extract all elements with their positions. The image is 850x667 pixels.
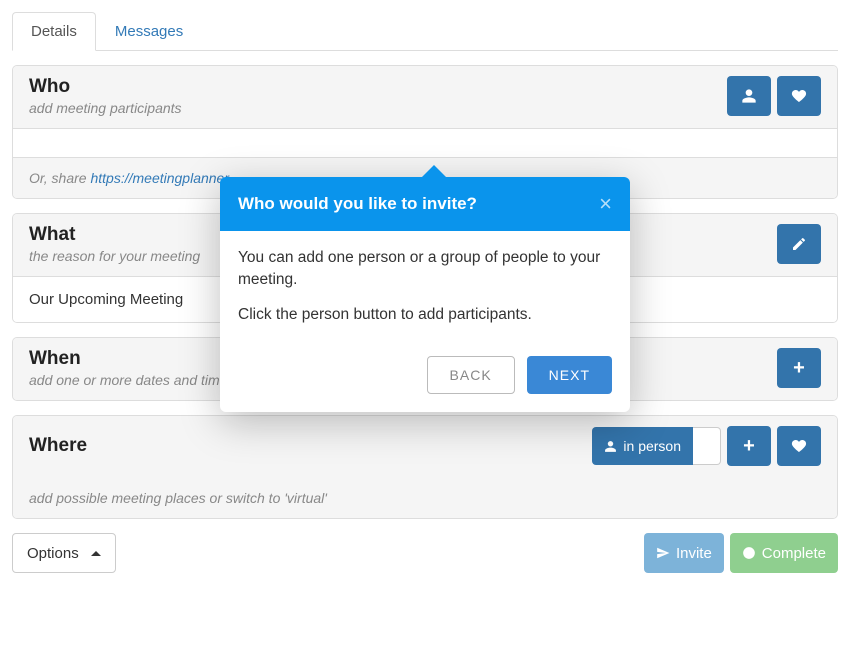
popover-back-button[interactable]: BACK (427, 356, 515, 394)
where-mode-dropdown[interactable]: in person (592, 427, 721, 465)
where-mode-label: in person (623, 438, 681, 454)
plus-icon: + (743, 436, 755, 456)
where-mode-caret[interactable] (693, 427, 721, 465)
edit-subject-button[interactable] (777, 224, 821, 264)
tabs: Details Messages (12, 12, 838, 51)
add-place-button[interactable]: + (727, 426, 771, 466)
what-sub: the reason for your meeting (29, 248, 200, 264)
caret-up-icon (91, 551, 101, 556)
tab-messages[interactable]: Messages (96, 12, 202, 51)
paper-plane-icon (656, 546, 670, 560)
favorite-who-button[interactable] (777, 76, 821, 116)
popover-close-button[interactable]: × (599, 191, 612, 217)
onboarding-popover: Who would you like to invite? × You can … (220, 177, 630, 412)
pencil-icon (791, 236, 807, 252)
complete-label: Complete (762, 545, 826, 562)
popover-body: You can add one person or a group of peo… (220, 231, 630, 342)
clock-icon (742, 546, 756, 560)
panel-where: Where in person + add possible meeting p… (12, 415, 838, 519)
complete-button[interactable]: Complete (730, 533, 838, 573)
popover-title: Who would you like to invite? (238, 194, 477, 214)
popover-p1: You can add one person or a group of peo… (238, 247, 612, 292)
what-title: What (29, 224, 200, 246)
close-icon: × (599, 191, 612, 216)
share-prefix: Or, share (29, 170, 90, 186)
who-sub: add meeting participants (29, 100, 182, 116)
popover-p2: Click the person button to add participa… (238, 304, 612, 326)
popover-next-button[interactable]: NEXT (527, 356, 612, 394)
add-participant-button[interactable] (727, 76, 771, 116)
heart-icon (791, 438, 807, 454)
heart-icon (791, 88, 807, 104)
where-title: Where (29, 435, 87, 457)
plus-icon: + (793, 358, 805, 378)
where-sub: add possible meeting places or switch to… (13, 478, 837, 518)
where-mode-button[interactable]: in person (592, 427, 693, 465)
user-icon (604, 440, 617, 453)
user-icon (741, 88, 757, 104)
bottom-bar: Options Invite Complete (12, 533, 838, 573)
options-button[interactable]: Options (12, 533, 116, 573)
who-title: Who (29, 76, 182, 98)
favorite-where-button[interactable] (777, 426, 821, 466)
share-link[interactable]: https://meetingplanner... (90, 170, 240, 186)
invite-label: Invite (676, 545, 712, 562)
add-time-button[interactable]: + (777, 348, 821, 388)
options-label: Options (27, 545, 79, 562)
tab-details[interactable]: Details (12, 12, 96, 51)
invite-button[interactable]: Invite (644, 533, 724, 573)
who-body (13, 129, 837, 157)
